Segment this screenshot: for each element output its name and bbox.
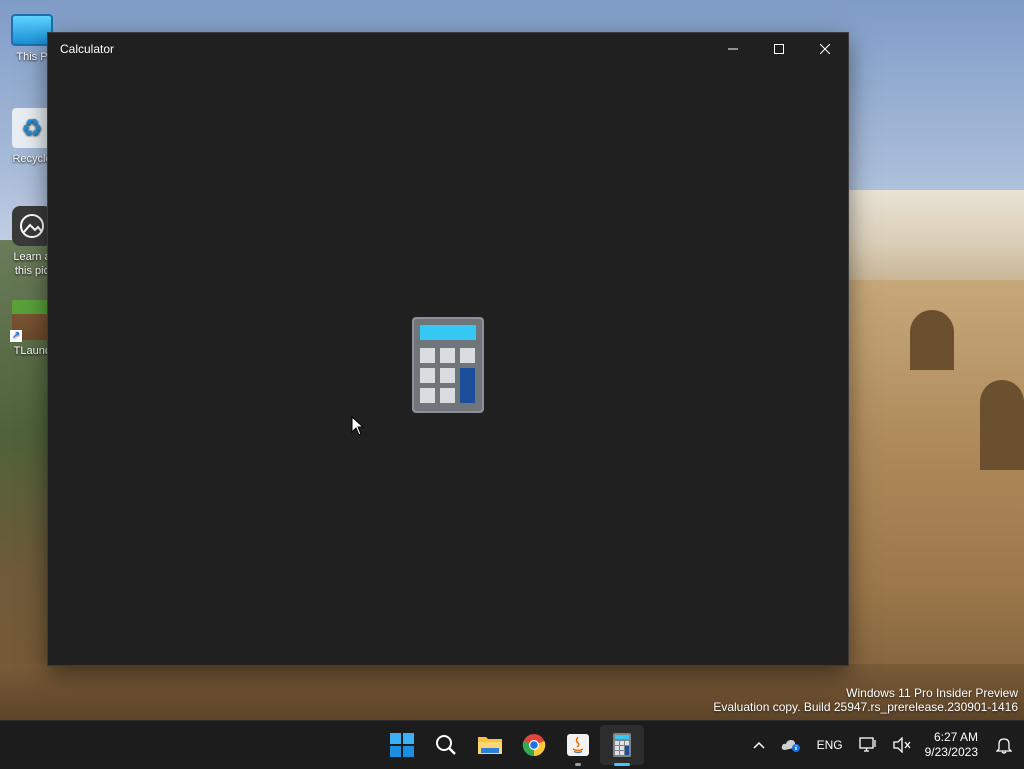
- file-explorer-icon: [478, 737, 502, 754]
- mouse-cursor-icon: [351, 416, 365, 436]
- running-indicator: [575, 763, 581, 766]
- shortcut-arrow-icon: ↗: [10, 330, 22, 342]
- calculator-taskbar-button[interactable]: [600, 725, 644, 766]
- start-icon: [390, 733, 414, 757]
- calculator-window[interactable]: Calculator: [48, 33, 848, 665]
- active-indicator: [614, 763, 630, 766]
- calculator-icon: [613, 733, 631, 757]
- volume-muted-icon: [892, 737, 911, 753]
- notifications-button[interactable]: [988, 721, 1024, 769]
- title-bar[interactable]: Calculator: [48, 33, 848, 65]
- taskbar: ENG 6:27 AM 9/23/2023: [0, 720, 1024, 769]
- show-hidden-icons-button[interactable]: [745, 721, 773, 769]
- onedrive-status-button[interactable]: [773, 721, 809, 769]
- network-icon: [858, 737, 876, 752]
- chrome-button[interactable]: [512, 721, 556, 769]
- minecraft-block-icon: ↗: [10, 300, 52, 342]
- taskbar-apps: [380, 721, 644, 769]
- maximize-icon: [774, 44, 784, 54]
- watermark-line-2: Evaluation copy. Build 25947.rs_prerelea…: [713, 700, 1018, 714]
- calculator-icon: [412, 317, 484, 413]
- language-label: ENG: [816, 738, 843, 752]
- start-button[interactable]: [380, 721, 424, 769]
- chevron-up-icon: [753, 741, 765, 749]
- file-explorer-button[interactable]: [468, 721, 512, 769]
- volume-button[interactable]: [885, 721, 919, 769]
- wallpaper-arch: [980, 380, 1024, 470]
- monitor-icon: [11, 14, 53, 46]
- maximize-button[interactable]: [756, 33, 802, 65]
- close-icon: [820, 44, 830, 54]
- wallpaper-arch: [910, 310, 954, 370]
- window-title: Calculator: [60, 42, 115, 56]
- bell-icon: [996, 738, 1012, 754]
- cloud-info-icon: [781, 740, 800, 752]
- taskbar-clock[interactable]: 6:27 AM 9/23/2023: [919, 730, 988, 760]
- java-icon: [567, 734, 589, 756]
- search-icon: [436, 735, 456, 755]
- watermark-line-1: Windows 11 Pro Insider Preview: [846, 686, 1018, 700]
- search-button[interactable]: [424, 721, 468, 769]
- evaluation-watermark: Windows 11 Pro Insider Preview Evaluatio…: [713, 686, 1018, 714]
- camera-icon: [12, 206, 52, 246]
- recycle-bin-icon: ♻: [12, 108, 52, 148]
- clock-time: 6:27 AM: [933, 730, 978, 744]
- window-controls: [710, 33, 848, 65]
- language-indicator[interactable]: ENG: [809, 721, 851, 769]
- java-button[interactable]: [556, 721, 600, 769]
- clock-date: 9/23/2023: [924, 745, 978, 759]
- chrome-icon: [522, 734, 546, 757]
- close-button[interactable]: [802, 33, 848, 65]
- minimize-button[interactable]: [710, 33, 756, 65]
- minimize-icon: [728, 48, 738, 50]
- network-button[interactable]: [851, 721, 885, 769]
- system-tray: ENG 6:27 AM 9/23/2023: [745, 721, 1024, 769]
